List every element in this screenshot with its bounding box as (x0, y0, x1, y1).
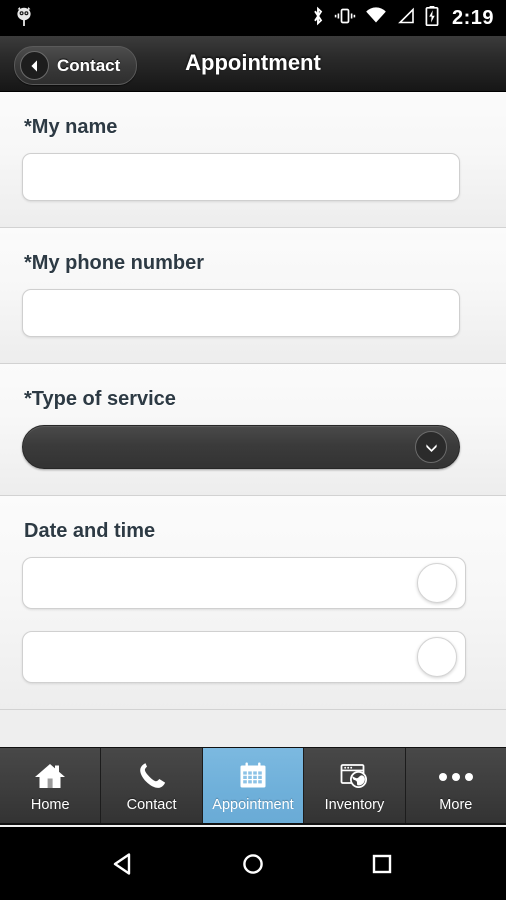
date-picker-button[interactable] (417, 563, 457, 603)
form-section-my-name: *My name (0, 92, 506, 228)
form-scroll-area[interactable]: *My name *My phone number *Type of servi… (0, 92, 506, 747)
phone-screen: 2:19 Contact Appointment *My name *My ph… (0, 0, 506, 900)
back-button[interactable]: Contact (14, 46, 138, 85)
tab-more[interactable]: More (405, 748, 506, 823)
field-label-date-and-time: Date and time (24, 520, 156, 542)
time-picker-button[interactable] (417, 637, 457, 677)
tab-appointment[interactable]: Appointment (202, 748, 305, 823)
signal-icon (396, 6, 416, 31)
battery-charging-icon (425, 5, 439, 32)
status-clock: 2:19 (451, 6, 494, 29)
tab-more-label: More (439, 796, 473, 813)
wifi-icon (365, 6, 387, 31)
type-of-service-select[interactable] (22, 425, 460, 469)
tab-inventory-label: Inventory (324, 796, 385, 813)
time-input[interactable] (23, 632, 465, 682)
field-label-type-of-service: *Type of service (24, 388, 176, 410)
phone-icon (136, 759, 168, 793)
back-button-label: Contact (57, 55, 121, 75)
tab-inventory[interactable]: Inventory (304, 748, 406, 823)
date-input[interactable] (23, 558, 465, 608)
status-bar-notifications (14, 5, 34, 32)
bottom-tab-bar: Home Contact Appointment Inventory More (0, 747, 506, 825)
form-section-type-of-service: *Type of service (0, 364, 506, 496)
browser-globe-icon (338, 759, 370, 793)
ellipsis-icon (435, 759, 477, 793)
date-picker-row[interactable] (22, 557, 466, 609)
nav-recents-button[interactable] (352, 839, 412, 889)
form-section-my-phone-number: *My phone number (0, 228, 506, 364)
field-label-my-phone-number: *My phone number (24, 252, 205, 274)
nav-back-button[interactable] (94, 839, 154, 889)
nav-home-button[interactable] (223, 839, 283, 889)
tab-home-label: Home (30, 796, 70, 813)
vibrate-icon (334, 6, 356, 31)
my-name-input[interactable] (22, 153, 460, 201)
calendar-icon (237, 759, 269, 793)
owl-notification-icon (14, 5, 34, 32)
my-phone-number-input[interactable] (22, 289, 460, 337)
chevron-left-icon (20, 51, 49, 80)
chevron-down-icon (415, 431, 447, 463)
android-navigation-bar (0, 827, 506, 900)
tab-contact[interactable]: Contact (101, 748, 203, 823)
app-header: Contact Appointment (0, 36, 506, 92)
field-label-my-name: *My name (24, 116, 118, 138)
status-bar-icons: 2:19 (311, 5, 494, 32)
tab-contact-label: Contact (126, 796, 177, 813)
status-bar: 2:19 (0, 0, 506, 36)
time-picker-row[interactable] (22, 631, 466, 683)
bluetooth-icon (311, 6, 325, 31)
form-section-date-and-time: Date and time (0, 496, 506, 710)
tab-home[interactable]: Home (0, 748, 102, 823)
tab-appointment-label: Appointment (212, 796, 294, 813)
home-icon (33, 759, 67, 793)
